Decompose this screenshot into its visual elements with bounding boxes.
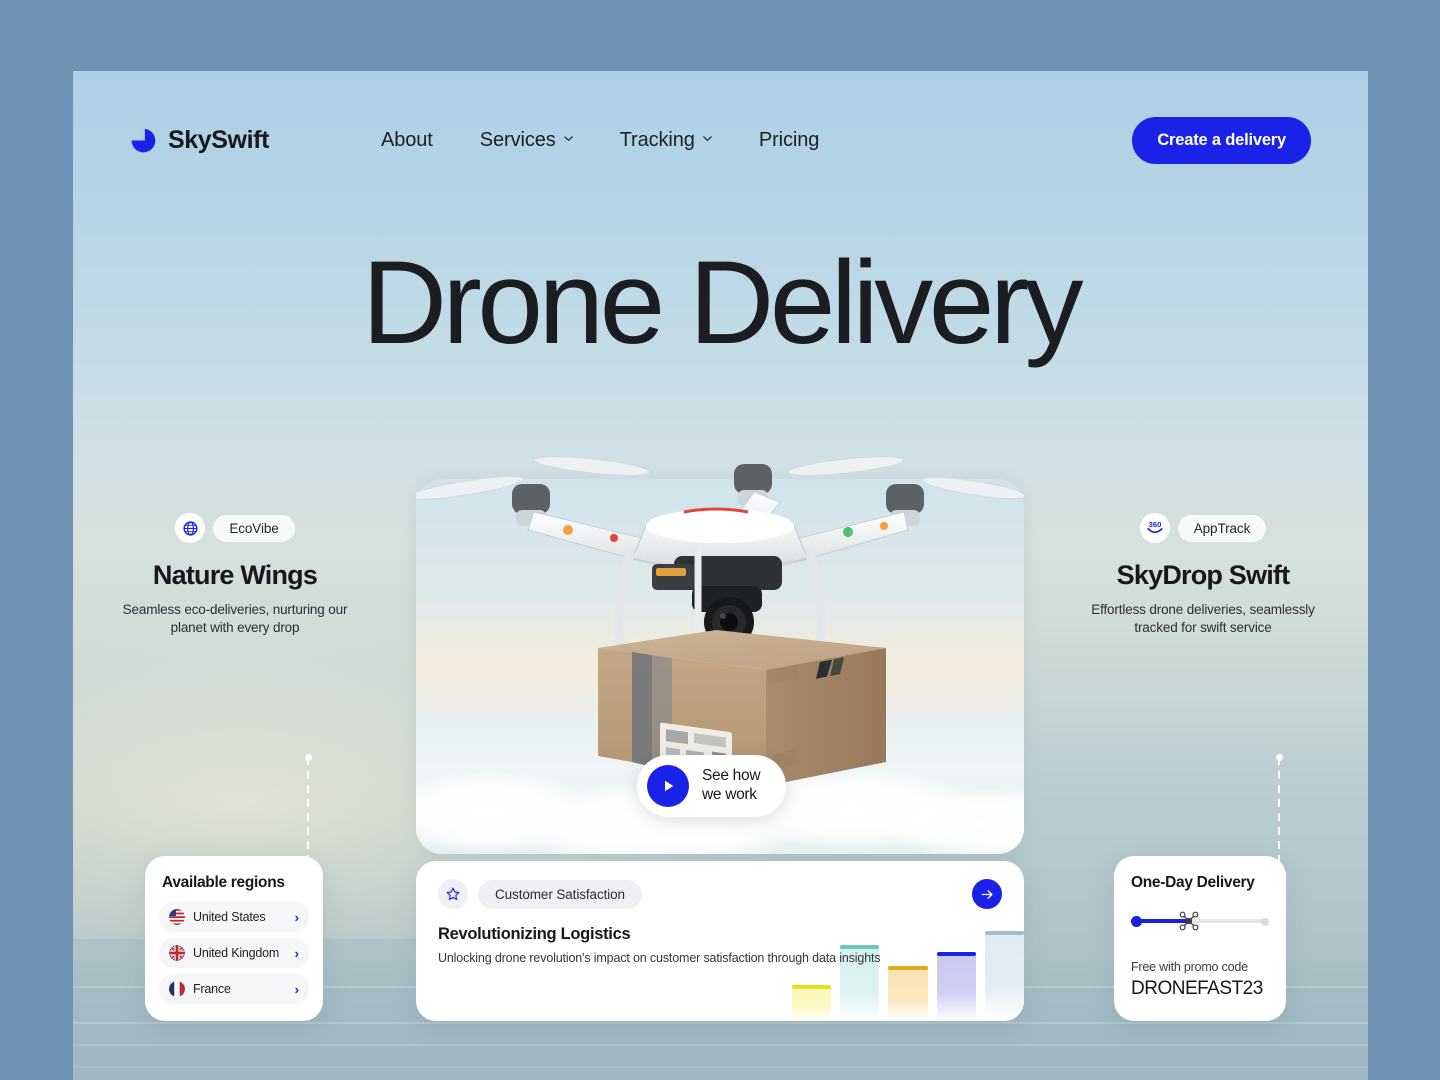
slider-start-knob	[1131, 916, 1142, 927]
region-row-united-kingdom[interactable]: United Kingdom ›	[159, 938, 309, 968]
nav-item-about[interactable]: About	[381, 129, 433, 152]
chevron-down-icon	[563, 133, 573, 143]
chart-bar	[888, 966, 928, 1021]
delivery-progress-slider[interactable]	[1131, 911, 1269, 931]
feature-badge-label: EcoVibe	[213, 514, 295, 542]
feature-badge-label: AppTrack	[1177, 514, 1267, 542]
fr-flag-icon	[169, 981, 185, 997]
pinwheel-logo-icon	[130, 127, 157, 154]
promo-title: One-Day Delivery	[1131, 874, 1255, 891]
nav-label: Tracking	[619, 128, 695, 151]
landing-page: SkySwift About Services Tracking Pricing	[73, 71, 1368, 1080]
stats-body: Revolutionizing Logistics Unlocking dron…	[416, 909, 1024, 967]
globe-icon	[175, 513, 206, 543]
feature-title: Nature Wings	[152, 560, 318, 590]
feature-description: Effortless drone deliveries, seamlessly …	[1091, 602, 1315, 635]
feature-badge: 360 AppTrack	[1073, 513, 1333, 543]
promo-subtitle: Free with promo code	[1131, 960, 1248, 974]
stats-description: Unlocking drone revolution's impact on c…	[438, 951, 881, 965]
slider-end-knob	[1261, 918, 1269, 926]
nav-item-services[interactable]: Services	[480, 129, 573, 152]
nav-item-pricing[interactable]: Pricing	[758, 128, 820, 152]
region-name: United Kingdom	[193, 946, 280, 960]
region-name: United States	[193, 910, 266, 924]
regions-title: Available regions	[162, 874, 285, 891]
nav-label: Services	[479, 128, 556, 151]
available-regions-card: Available regions United States › United…	[145, 856, 323, 1021]
chart-bar-cap	[888, 966, 928, 971]
feature-description: Seamless eco-deliveries, nurturing our p…	[122, 602, 348, 635]
star-icon	[438, 879, 468, 909]
nav-label: About	[381, 128, 433, 151]
chevron-down-icon	[702, 133, 712, 143]
play-icon	[647, 765, 689, 807]
play-label-line1: See how	[702, 767, 761, 785]
us-flag-icon	[169, 909, 185, 925]
connector-dot	[304, 754, 312, 761]
feature-skydrop-swift: 360 AppTrack SkyDrop Swift Effortless dr…	[1073, 513, 1333, 637]
arrow-right-icon[interactable]	[972, 879, 1002, 909]
360-icon: 360	[1139, 513, 1170, 543]
chevron-right-icon: ›	[294, 909, 299, 925]
brand-name: SkySwift	[168, 125, 269, 154]
connector-dot	[1275, 754, 1283, 761]
uk-flag-icon	[169, 945, 185, 961]
stats-header: Customer Satisfaction	[416, 861, 1024, 909]
site-header: SkySwift About Services Tracking Pricing	[73, 71, 1368, 209]
create-delivery-button[interactable]: Create a delivery	[1132, 116, 1311, 164]
stats-title: Revolutionizing Logistics	[438, 925, 631, 943]
page-title: Drone Delivery	[361, 237, 1084, 369]
feature-title: SkyDrop Swift	[1116, 560, 1290, 590]
one-day-delivery-card: One-Day Delivery Free with promo code DR…	[1114, 856, 1286, 1021]
region-row-united-states[interactable]: United States ›	[159, 902, 309, 932]
stats-badge-label: Customer Satisfaction	[478, 879, 642, 909]
feature-nature-wings: EcoVibe Nature Wings Seamless eco-delive…	[105, 513, 365, 637]
promo-code: DRONEFAST23	[1131, 978, 1263, 999]
chart-bar	[792, 985, 832, 1021]
region-row-france[interactable]: France ›	[159, 974, 309, 1004]
drone-icon[interactable]	[1178, 910, 1200, 932]
svg-text:360: 360	[1148, 520, 1161, 529]
nav-item-tracking[interactable]: Tracking	[620, 129, 712, 152]
see-how-we-work-button[interactable]: See how we work	[637, 755, 787, 817]
chevron-right-icon: ›	[294, 981, 299, 997]
chart-bar-cap	[792, 985, 832, 990]
main-nav: About Services Tracking Pricing	[381, 129, 819, 152]
feature-badge: EcoVibe	[105, 513, 365, 543]
chevron-right-icon: ›	[294, 945, 299, 961]
nav-label: Pricing	[758, 128, 820, 151]
brand-logo[interactable]: SkySwift	[130, 126, 269, 155]
play-label-line2: we work	[702, 786, 757, 803]
customer-satisfaction-card: Customer Satisfaction Revolutionizing Lo…	[416, 861, 1024, 1021]
region-name: France	[193, 982, 231, 996]
